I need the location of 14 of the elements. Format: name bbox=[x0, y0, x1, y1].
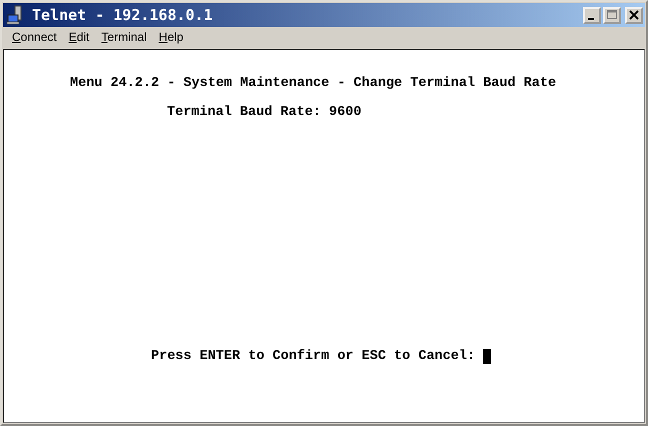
menu-heading: Menu 24.2.2 - System Maintenance - Change Terminal Baud Rate bbox=[70, 76, 556, 91]
menu-item[interactable]: Help bbox=[152, 30, 190, 44]
maximize-icon bbox=[607, 10, 617, 20]
window-title: Telnet - 192.168.0.1 bbox=[32, 6, 213, 24]
close-icon bbox=[629, 10, 639, 20]
baud-rate-line: Terminal Baud Rate: 9600 bbox=[167, 105, 362, 120]
confirm-prompt: Press ENTER to Confirm or ESC to Cancel: bbox=[151, 349, 476, 364]
text-cursor bbox=[483, 349, 492, 364]
menu-item[interactable]: Edit bbox=[62, 30, 96, 44]
minimize-button[interactable] bbox=[583, 6, 601, 24]
minimize-icon bbox=[588, 18, 594, 20]
menu-item[interactable]: Terminal bbox=[95, 30, 153, 44]
menu-item[interactable]: Connect bbox=[6, 30, 63, 44]
close-button[interactable] bbox=[625, 6, 643, 24]
